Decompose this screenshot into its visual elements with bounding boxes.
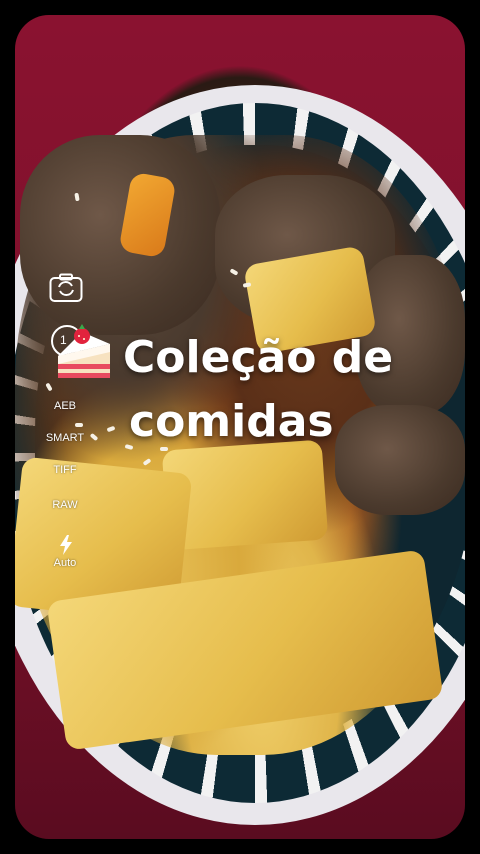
mode-raw[interactable]: RAW xyxy=(35,499,95,511)
collection-title: Coleção de comidas xyxy=(123,326,393,454)
mode-aeb[interactable]: AEB xyxy=(35,400,95,412)
camera-switch-icon[interactable] xyxy=(49,273,83,303)
title-line-2: comidas xyxy=(129,396,334,447)
flash-icon[interactable] xyxy=(58,535,74,555)
mode-tiff[interactable]: TIFF xyxy=(35,464,95,476)
food-rice xyxy=(75,423,83,427)
flash-auto-label[interactable]: Auto xyxy=(35,557,95,569)
cake-emoji-icon xyxy=(58,324,110,378)
title-line-1: Coleção de xyxy=(123,332,394,383)
mode-smart[interactable]: SMART xyxy=(35,432,95,444)
